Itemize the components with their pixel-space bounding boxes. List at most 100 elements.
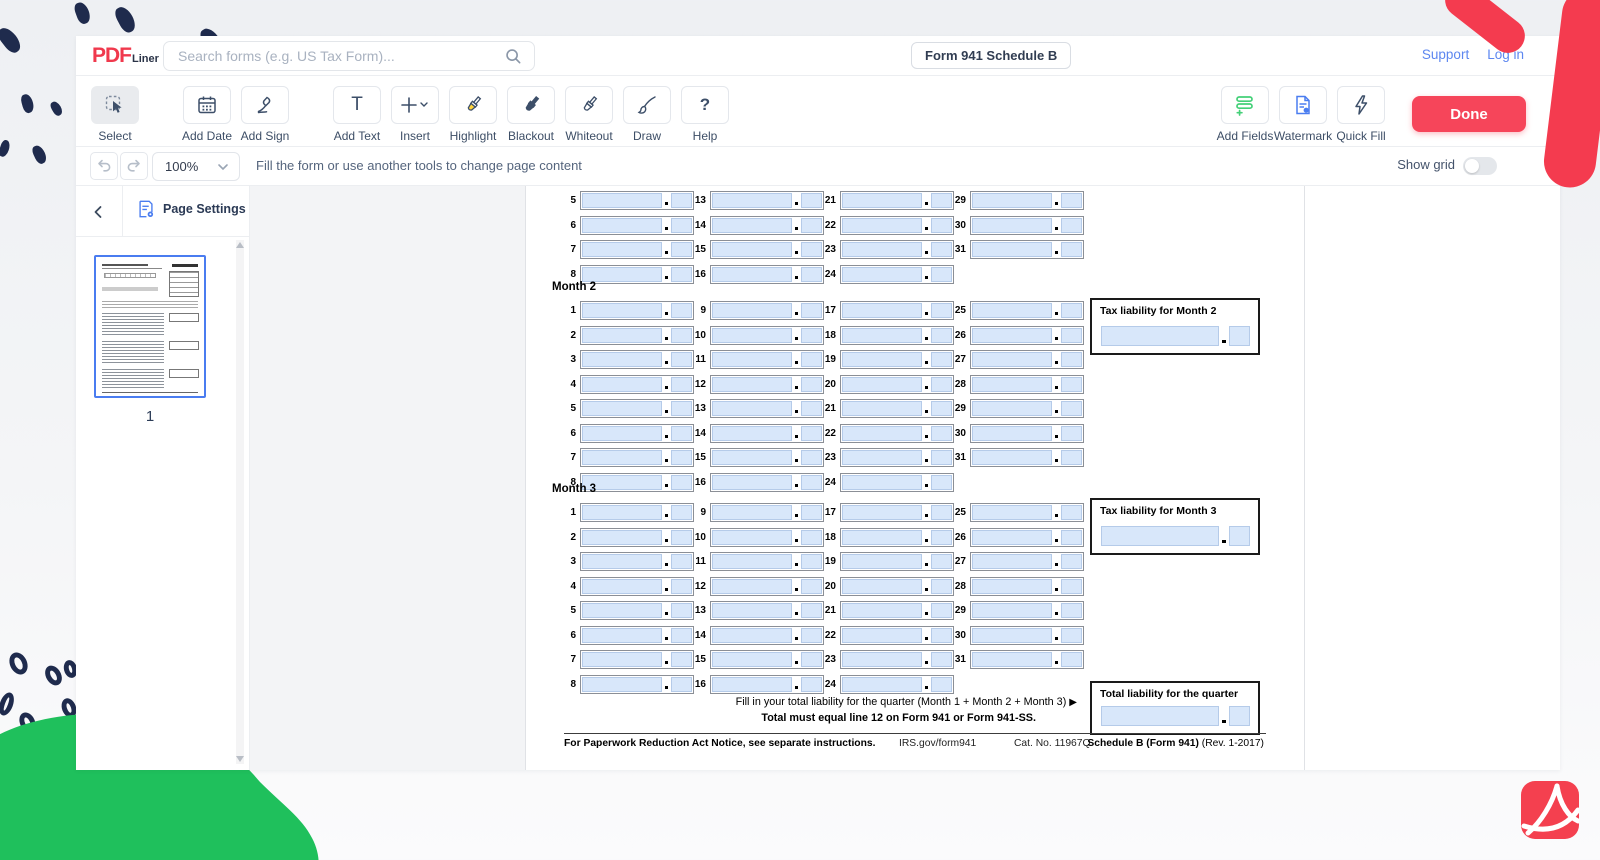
day-amount-field[interactable] xyxy=(970,399,1084,418)
day-amount-field[interactable] xyxy=(580,552,694,571)
day-amount-field[interactable] xyxy=(580,528,694,547)
day-amount-field[interactable] xyxy=(580,240,694,259)
day-amount-field[interactable] xyxy=(580,650,694,669)
day-amount-field[interactable] xyxy=(710,503,824,522)
day-amount-field[interactable] xyxy=(970,424,1084,443)
day-amount-field[interactable] xyxy=(710,601,824,620)
day-amount-field[interactable] xyxy=(710,216,824,235)
day-amount-field[interactable] xyxy=(970,301,1084,320)
month3-tax-cents-field[interactable] xyxy=(1229,526,1250,546)
pdfliner-logo[interactable]: PDF Liner xyxy=(92,44,159,68)
tool-quick-fill[interactable]: Quick Fill xyxy=(1332,86,1390,147)
support-link[interactable]: Support xyxy=(1422,47,1469,62)
day-amount-field[interactable] xyxy=(840,399,954,418)
tool-insert[interactable]: Insert xyxy=(386,86,444,143)
tool-highlight[interactable]: Highlight xyxy=(444,86,502,143)
day-amount-field[interactable] xyxy=(580,216,694,235)
day-amount-field[interactable] xyxy=(580,503,694,522)
tool-help[interactable]: ? Help xyxy=(676,86,734,143)
sidebar-scrollbar[interactable] xyxy=(236,240,244,764)
day-amount-field[interactable] xyxy=(970,601,1084,620)
day-amount-field[interactable] xyxy=(580,399,694,418)
tool-blackout[interactable]: Blackout xyxy=(502,86,560,143)
day-amount-field[interactable] xyxy=(710,448,824,467)
tool-draw[interactable]: Draw xyxy=(618,86,676,143)
day-amount-field[interactable] xyxy=(840,216,954,235)
tool-add-fields[interactable]: Add Fields xyxy=(1216,86,1274,147)
scroll-down-arrow[interactable] xyxy=(236,756,244,762)
day-amount-field[interactable] xyxy=(710,577,824,596)
day-amount-field[interactable] xyxy=(710,301,824,320)
day-amount-field[interactable] xyxy=(840,191,954,210)
day-amount-field[interactable] xyxy=(710,626,824,645)
day-amount-field[interactable] xyxy=(710,473,824,492)
day-amount-field[interactable] xyxy=(840,650,954,669)
day-amount-field[interactable] xyxy=(580,448,694,467)
day-amount-field[interactable] xyxy=(970,326,1084,345)
day-amount-field[interactable] xyxy=(710,552,824,571)
month2-tax-cents-field[interactable] xyxy=(1229,326,1250,346)
day-amount-field[interactable] xyxy=(710,191,824,210)
redo-button[interactable] xyxy=(120,152,148,180)
day-amount-field[interactable] xyxy=(580,473,694,492)
month2-tax-dollars-field[interactable] xyxy=(1101,326,1219,346)
day-amount-field[interactable] xyxy=(970,552,1084,571)
tool-watermark[interactable]: Watermark xyxy=(1274,86,1332,147)
day-amount-field[interactable] xyxy=(710,350,824,369)
total-liability-dollars-field[interactable] xyxy=(1101,706,1219,726)
day-amount-field[interactable] xyxy=(710,675,824,694)
day-amount-field[interactable] xyxy=(710,326,824,345)
day-amount-field[interactable] xyxy=(840,503,954,522)
day-amount-field[interactable] xyxy=(840,265,954,284)
search-input[interactable] xyxy=(164,48,504,64)
day-amount-field[interactable] xyxy=(970,216,1084,235)
undo-button[interactable] xyxy=(90,152,118,180)
day-amount-field[interactable] xyxy=(580,301,694,320)
day-amount-field[interactable] xyxy=(580,326,694,345)
day-amount-field[interactable] xyxy=(840,301,954,320)
day-amount-field[interactable] xyxy=(710,265,824,284)
day-amount-field[interactable] xyxy=(970,350,1084,369)
total-liability-cents-field[interactable] xyxy=(1229,706,1250,726)
day-amount-field[interactable] xyxy=(580,191,694,210)
day-amount-field[interactable] xyxy=(580,424,694,443)
day-amount-field[interactable] xyxy=(970,191,1084,210)
month3-tax-dollars-field[interactable] xyxy=(1101,526,1219,546)
day-amount-field[interactable] xyxy=(710,650,824,669)
day-amount-field[interactable] xyxy=(840,350,954,369)
search-icon[interactable] xyxy=(504,47,522,65)
day-amount-field[interactable] xyxy=(840,326,954,345)
day-amount-field[interactable] xyxy=(970,626,1084,645)
day-amount-field[interactable] xyxy=(580,675,694,694)
day-amount-field[interactable] xyxy=(970,503,1084,522)
day-amount-field[interactable] xyxy=(710,399,824,418)
day-amount-field[interactable] xyxy=(840,577,954,596)
show-grid-toggle[interactable] xyxy=(1463,157,1497,175)
day-amount-field[interactable] xyxy=(840,601,954,620)
collapse-sidebar-button[interactable] xyxy=(84,198,112,226)
day-amount-field[interactable] xyxy=(840,424,954,443)
day-amount-field[interactable] xyxy=(580,375,694,394)
day-amount-field[interactable] xyxy=(710,424,824,443)
day-amount-field[interactable] xyxy=(840,448,954,467)
day-amount-field[interactable] xyxy=(840,626,954,645)
day-amount-field[interactable] xyxy=(970,240,1084,259)
day-amount-field[interactable] xyxy=(710,528,824,547)
tool-select[interactable]: Select xyxy=(86,86,144,143)
day-amount-field[interactable] xyxy=(710,375,824,394)
day-amount-field[interactable] xyxy=(710,240,824,259)
day-amount-field[interactable] xyxy=(970,448,1084,467)
day-amount-field[interactable] xyxy=(840,675,954,694)
day-amount-field[interactable] xyxy=(840,240,954,259)
day-amount-field[interactable] xyxy=(580,350,694,369)
tool-add-sign[interactable]: Add Sign xyxy=(236,86,294,143)
day-amount-field[interactable] xyxy=(840,375,954,394)
tool-add-date[interactable]: Add Date xyxy=(178,86,236,143)
day-amount-field[interactable] xyxy=(970,375,1084,394)
scroll-up-arrow[interactable] xyxy=(236,242,244,248)
done-button[interactable]: Done xyxy=(1412,96,1526,132)
day-amount-field[interactable] xyxy=(580,577,694,596)
zoom-level-dropdown[interactable]: 100% xyxy=(152,152,240,181)
search-forms-box[interactable] xyxy=(163,41,535,71)
day-amount-field[interactable] xyxy=(970,650,1084,669)
